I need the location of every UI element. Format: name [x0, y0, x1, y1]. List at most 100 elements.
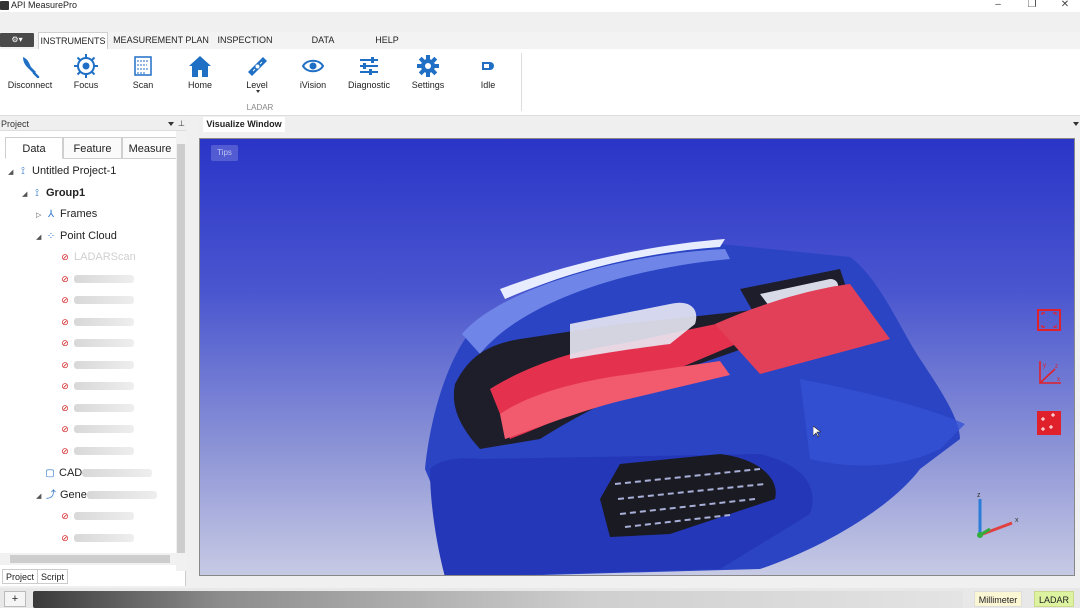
- panel-pin-icon[interactable]: ⊥: [178, 119, 185, 128]
- list-item[interactable]: ⊘: [59, 333, 134, 353]
- mode-indicator[interactable]: LADAR: [1034, 591, 1074, 607]
- blurred-label: [82, 469, 153, 477]
- list-item[interactable]: ⊘: [59, 312, 134, 332]
- idle-button[interactable]: Idle: [460, 51, 516, 99]
- list-item[interactable]: ⊘: [59, 290, 134, 310]
- gear-icon: [417, 55, 439, 77]
- tree-item-group[interactable]: ◢ ⟟ Group1: [22, 183, 85, 203]
- project-panel: Project ⊥ Data Feature Measure ◢ ⟟ Untitle…: [0, 117, 186, 586]
- focus-label: Focus: [73, 80, 99, 90]
- list-item[interactable]: ⊘: [59, 419, 134, 439]
- list-item[interactable]: ⊘: [59, 506, 134, 526]
- tree-item-generic[interactable]: ◢ ⤴ Gene: [36, 485, 157, 505]
- mouse-cursor-icon: [813, 426, 821, 438]
- hidden-eye-icon: ⊘: [61, 274, 69, 284]
- blurred-label: [74, 361, 134, 369]
- group-icon: ⟟: [35, 188, 39, 199]
- tab-visualize-window[interactable]: Visualize Window: [203, 117, 285, 132]
- minimize-button[interactable]: –: [983, 0, 1013, 11]
- disconnect-icon: [23, 57, 40, 78]
- tree-item-cad[interactable]: ▢ CAD: [44, 463, 153, 483]
- unit-indicator[interactable]: Millimeter: [974, 591, 1022, 607]
- close-button[interactable]: ✕: [1050, 0, 1080, 11]
- blurred-label: [74, 318, 134, 326]
- blurred-label: [74, 296, 134, 304]
- list-item[interactable]: ⊘: [59, 355, 134, 375]
- scan-button[interactable]: Scan: [115, 51, 171, 99]
- triad-x-label: x: [1015, 517, 1019, 524]
- hidden-eye-icon: ⊘: [61, 424, 69, 434]
- disconnect-button[interactable]: Disconnect: [2, 51, 58, 99]
- tree-vertical-scrollbar[interactable]: [176, 131, 186, 571]
- blurred-label: [74, 339, 134, 347]
- tree-item-project[interactable]: ◢ ⟟ Untitled Project-1: [8, 161, 116, 181]
- tree-item-frames[interactable]: ▷ ⅄ Frames: [36, 204, 97, 224]
- settings-button[interactable]: Settings: [400, 51, 456, 99]
- scrollbar-thumb[interactable]: [10, 555, 170, 563]
- tab-project[interactable]: Project: [2, 569, 39, 584]
- ivision-label: iVision: [299, 80, 327, 90]
- idle-icon: [482, 62, 494, 70]
- tree-item-point-cloud[interactable]: ◢ ⁘ Point Cloud: [36, 226, 117, 246]
- cad-icon: ▢: [45, 468, 55, 479]
- settings-label: Settings: [411, 80, 445, 90]
- tab-feature[interactable]: Feature: [63, 137, 122, 159]
- maximize-button[interactable]: ❐: [1017, 0, 1047, 11]
- home-button[interactable]: Home: [172, 51, 228, 99]
- ribbon-panel: Disconnect Focus Scan Home Level iVision…: [0, 49, 1080, 116]
- point-cloud-icon: ⁘: [46, 231, 56, 242]
- list-item[interactable]: ⊘: [59, 376, 134, 396]
- list-item[interactable]: ⊘: [59, 441, 134, 461]
- blurred-label: [74, 275, 134, 283]
- tab-instruments[interactable]: INSTRUMENTS: [38, 32, 108, 50]
- project-icon: ⟟: [21, 166, 25, 177]
- tab-help[interactable]: HELP: [371, 32, 403, 49]
- triad-z-label: z: [977, 492, 981, 499]
- tree-item-ladar-scan[interactable]: ⊘ LADARScan: [59, 247, 136, 267]
- tab-inspection[interactable]: INSPECTION: [215, 32, 275, 49]
- list-item[interactable]: ⊘: [59, 269, 134, 289]
- tree-horizontal-scrollbar[interactable]: [0, 553, 186, 565]
- tab-script[interactable]: Script: [37, 569, 69, 584]
- frames-icon: ⅄: [47, 209, 55, 220]
- app-window: API MeasurePro – ❐ ✕ ⚙▾ INSTRUMENTS MEAS…: [0, 0, 1080, 608]
- list-item[interactable]: ⊘: [59, 398, 134, 418]
- ivision-button[interactable]: iVision: [285, 51, 341, 99]
- status-bar: + Millimeter LADAR: [0, 588, 1080, 608]
- axis-triad-icon: z x: [977, 492, 1019, 538]
- disconnect-label: Disconnect: [7, 80, 53, 90]
- hidden-eye-icon: ⊘: [61, 403, 69, 413]
- eye-icon: [301, 59, 325, 73]
- sliders-icon: [360, 57, 378, 75]
- point-cloud-render: [425, 239, 965, 575]
- panel-menu-icon[interactable]: [168, 122, 174, 126]
- tab-measurement-plan[interactable]: MEASUREMENT PLAN: [113, 32, 209, 49]
- add-button[interactable]: +: [4, 591, 26, 607]
- fit-view-icon[interactable]: [1037, 309, 1061, 331]
- blurred-label: [74, 425, 134, 433]
- diagnostic-button[interactable]: Diagnostic: [341, 51, 397, 99]
- scrollbar-thumb[interactable]: [177, 144, 185, 559]
- ladar-group-label: LADAR: [246, 103, 274, 112]
- hidden-eye-icon: ⊘: [61, 533, 69, 543]
- visualize-header: Visualize Window: [197, 117, 1080, 132]
- level-dropdown-icon[interactable]: [256, 90, 260, 93]
- list-item[interactable]: ⊘: [59, 528, 134, 548]
- visualize-menu-icon[interactable]: [1073, 122, 1079, 126]
- focus-icon: [74, 54, 98, 78]
- level-icon: [248, 57, 267, 76]
- tab-data[interactable]: Data: [5, 137, 63, 159]
- hidden-eye-icon: ⊘: [61, 446, 69, 456]
- scan-label: Scan: [132, 80, 154, 90]
- quick-access-button[interactable]: ⚙▾: [0, 33, 34, 47]
- axis-view-icon[interactable]: y z x: [1037, 359, 1063, 387]
- hidden-eye-icon: ⊘: [61, 252, 69, 262]
- level-label: Level: [246, 80, 268, 90]
- point-select-icon[interactable]: [1037, 411, 1061, 435]
- tab-data-processing[interactable]: DATA PROCESSING: [281, 32, 365, 62]
- hidden-eye-icon: ⊘: [61, 360, 69, 370]
- focus-button[interactable]: Focus: [58, 51, 114, 99]
- blurred-label: [74, 512, 134, 520]
- 3d-viewport[interactable]: Tips y z x z x: [199, 138, 1075, 576]
- tab-measure[interactable]: Measure: [122, 137, 178, 159]
